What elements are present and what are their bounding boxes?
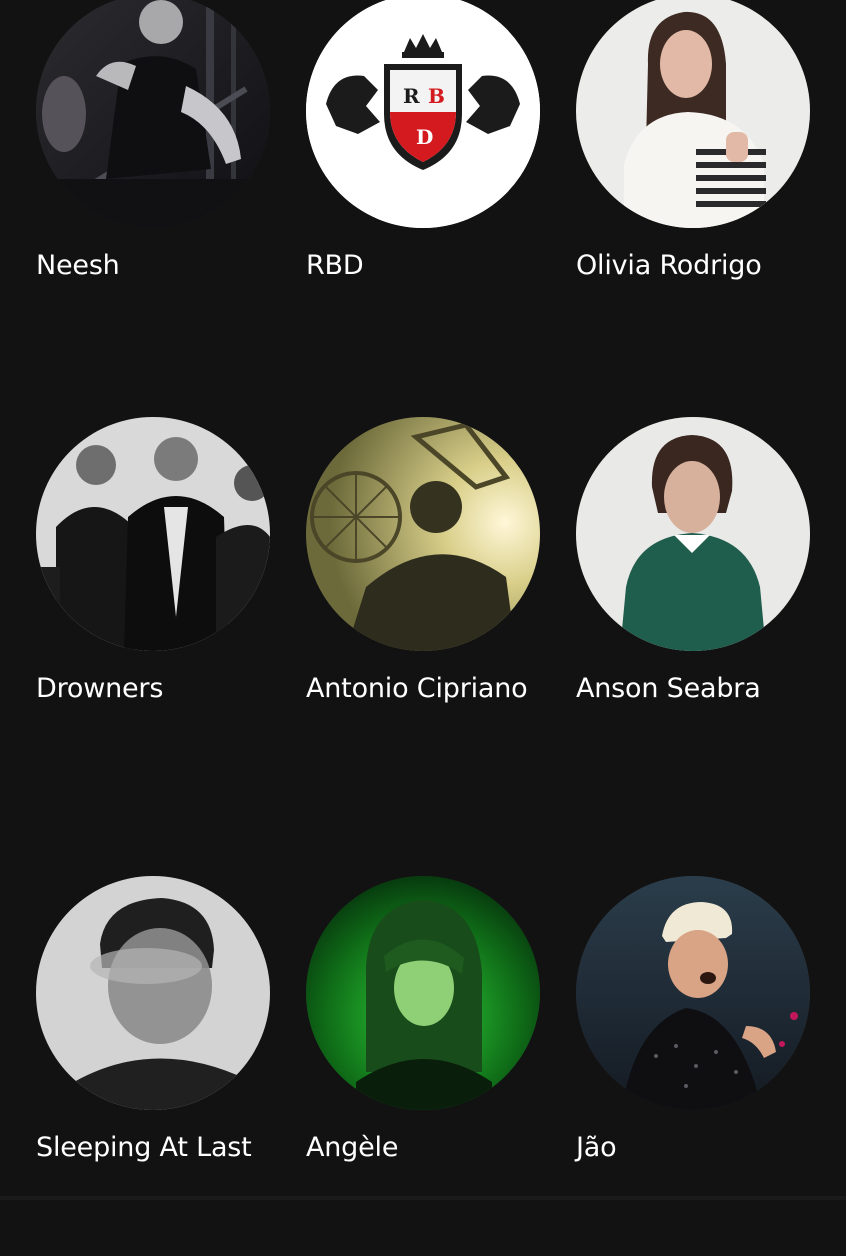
logo-letter-d: D bbox=[416, 125, 433, 149]
stage-performance-photo bbox=[576, 876, 810, 1110]
ferris-wheel-sunset-photo bbox=[306, 417, 540, 651]
artist-grid: Neesh R B D RBD Olivia Rodrigo Drowners … bbox=[0, 0, 846, 1200]
artist-avatar-sleeping-at-last bbox=[36, 876, 270, 1110]
artist-card-antonio-cipriano[interactable]: Antonio Cipriano bbox=[306, 417, 542, 797]
dark-concert-photo bbox=[36, 0, 270, 228]
artist-avatar-anson-seabra bbox=[576, 417, 810, 651]
portrait-green-sweater bbox=[576, 417, 810, 651]
artist-avatar-olivia-rodrigo bbox=[576, 0, 810, 228]
artist-name: RBD bbox=[306, 250, 364, 281]
artist-name: Angèle bbox=[306, 1132, 399, 1163]
artist-card-drowners[interactable]: Drowners bbox=[36, 417, 272, 797]
artist-name: Drowners bbox=[36, 673, 164, 704]
artist-avatar-rbd: R B D bbox=[306, 0, 540, 228]
artist-avatar-angele bbox=[306, 876, 540, 1110]
black-white-band-photo bbox=[36, 417, 270, 651]
blurred-monochrome-portrait bbox=[36, 876, 270, 1110]
artist-avatar-antonio-cipriano bbox=[306, 417, 540, 651]
rbd-crest-logo: R B D bbox=[306, 0, 540, 228]
portrait-striped-sweater bbox=[576, 0, 810, 228]
green-lit-portrait bbox=[306, 876, 540, 1110]
artist-avatar-drowners bbox=[36, 417, 270, 651]
artist-avatar-neesh bbox=[36, 0, 270, 228]
artist-name: Sleeping At Last bbox=[36, 1132, 252, 1163]
logo-letter-b: B bbox=[428, 84, 445, 108]
artist-name: Anson Seabra bbox=[576, 673, 761, 704]
artist-name: Neesh bbox=[36, 250, 120, 281]
artist-name: Antonio Cipriano bbox=[306, 673, 528, 704]
artist-card-rbd[interactable]: R B D RBD bbox=[306, 0, 542, 374]
artist-card-neesh[interactable]: Neesh bbox=[36, 0, 272, 374]
artist-card-olivia-rodrigo[interactable]: Olivia Rodrigo bbox=[576, 0, 812, 374]
logo-letter-r: R bbox=[403, 84, 420, 108]
artist-name: Jão bbox=[576, 1132, 617, 1163]
artist-card-anson-seabra[interactable]: Anson Seabra bbox=[576, 417, 812, 797]
artist-name: Olivia Rodrigo bbox=[576, 250, 762, 281]
artist-avatar-jao bbox=[576, 876, 810, 1110]
bottom-divider bbox=[0, 1196, 846, 1200]
